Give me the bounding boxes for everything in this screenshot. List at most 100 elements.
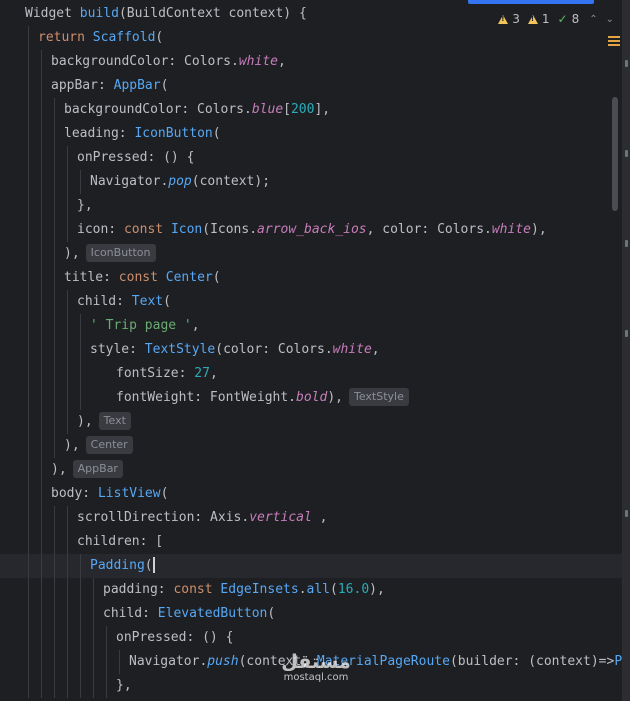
indent-guide xyxy=(41,506,42,530)
code-line[interactable]: ), Center xyxy=(0,434,622,458)
indent-guide xyxy=(54,650,55,674)
code-line[interactable]: ), AppBar xyxy=(0,458,622,482)
code-token: Widget xyxy=(25,6,80,21)
chevron-down-icon[interactable]: ⌄ xyxy=(604,14,616,25)
code-token: , xyxy=(191,318,200,333)
indent-guide xyxy=(80,626,81,650)
code-token: build xyxy=(79,6,119,21)
indent-guide xyxy=(28,554,29,578)
code-token: children: [ xyxy=(77,534,164,549)
scrollbar[interactable] xyxy=(612,97,618,211)
code-line[interactable]: children: [ xyxy=(0,530,622,554)
code-line[interactable]: style: TextStyle(color: Colors.white, xyxy=(0,338,622,362)
closing-label-hint: Center xyxy=(85,435,133,454)
code-line[interactable]: leading: IconButton( xyxy=(0,122,622,146)
indent-guide xyxy=(80,578,81,602)
code-token: white xyxy=(238,54,278,69)
code-line[interactable]: child: Text( xyxy=(0,290,622,314)
indent-guide xyxy=(119,650,120,674)
indent-guide xyxy=(28,218,29,242)
code-text: Navigator.push(context, MaterialPageRout… xyxy=(129,650,630,674)
code-text: appBar: AppBar( xyxy=(51,74,168,98)
code-token: child: xyxy=(77,294,132,309)
indent-guide xyxy=(67,386,68,410)
inspection-widget[interactable]: 3 1 ✓ 8 ⌃ ⌄ xyxy=(494,10,616,28)
code-token: ), xyxy=(64,438,80,453)
code-line[interactable]: ), Text xyxy=(0,410,622,434)
indent-guide xyxy=(28,626,29,650)
code-token: 27 xyxy=(194,366,210,381)
code-token: vertical xyxy=(249,510,312,525)
indent-guide xyxy=(28,98,29,122)
indent-guide xyxy=(54,362,55,386)
code-token: . xyxy=(298,582,307,597)
indent-guide xyxy=(41,338,42,362)
indent-guide xyxy=(54,602,55,626)
code-line[interactable]: fontSize: 27, xyxy=(0,362,622,386)
indent-guide xyxy=(67,146,68,170)
code-text: child: Text( xyxy=(77,290,171,314)
code-line[interactable]: return Scaffold( xyxy=(0,26,622,50)
code-line[interactable]: }, xyxy=(0,194,622,218)
code-editor[interactable]: Widget build(BuildContext context) {retu… xyxy=(0,0,630,701)
code-line[interactable]: }, xyxy=(0,674,622,698)
indent-guide xyxy=(106,674,107,698)
code-line[interactable]: icon: const Icon(Icons.arrow_back_ios, c… xyxy=(0,218,622,242)
indent-guide xyxy=(67,218,68,242)
indent-guide xyxy=(54,194,55,218)
code-line[interactable]: backgroundColor: Colors.white, xyxy=(0,50,622,74)
code-line[interactable]: backgroundColor: Colors.blue[200], xyxy=(0,98,622,122)
indent-guide xyxy=(54,674,55,698)
code-text: backgroundColor: Colors.white, xyxy=(51,50,286,74)
marker-icon xyxy=(625,510,628,517)
code-token: 200 xyxy=(290,102,315,117)
code-text: return Scaffold( xyxy=(38,26,163,50)
code-line[interactable]: onPressed: () { xyxy=(0,146,622,170)
code-text: style: TextStyle(color: Colors.white, xyxy=(90,338,380,362)
code-token: (context); xyxy=(191,174,271,189)
indent-guide xyxy=(28,314,29,338)
code-token: scrollDirection: Axis. xyxy=(77,510,250,525)
chevron-up-icon[interactable]: ⌃ xyxy=(587,14,599,25)
code-line[interactable]: Navigator.push(context, MaterialPageRout… xyxy=(0,650,630,674)
indent-guide xyxy=(80,314,81,338)
indent-guide xyxy=(80,362,81,386)
indent-guide xyxy=(67,554,68,578)
code-line[interactable]: scrollDirection: Axis.vertical , xyxy=(0,506,622,530)
indent-guide xyxy=(28,386,29,410)
code-line[interactable]: fontWeight: FontWeight.bold), TextStyle xyxy=(0,386,622,410)
code-token: TextStyle xyxy=(144,342,216,357)
code-token: ( xyxy=(144,558,153,573)
indent-guide xyxy=(54,410,55,434)
code-token: fontWeight: FontWeight. xyxy=(116,390,297,405)
check-icon: ✓ xyxy=(557,12,568,26)
menu-icon[interactable] xyxy=(608,36,620,47)
code-line[interactable]: Navigator.pop(context); xyxy=(0,170,622,194)
code-line[interactable]: padding: const EdgeInsets.all(16.0), xyxy=(0,578,622,602)
closing-label-hint: IconButton xyxy=(85,243,156,262)
code-line[interactable]: Padding( xyxy=(0,554,622,578)
indent-guide xyxy=(41,554,42,578)
code-token: , color: Colors. xyxy=(366,222,492,237)
indent-guide xyxy=(54,122,55,146)
code-line[interactable]: ), IconButton xyxy=(0,242,622,266)
code-line[interactable]: child: ElevatedButton( xyxy=(0,602,622,626)
code-line[interactable]: appBar: AppBar( xyxy=(0,74,622,98)
code-token: (context, xyxy=(238,654,317,669)
code-token: (builder: (context)=> xyxy=(449,654,615,669)
indent-guide xyxy=(54,314,55,338)
code-line[interactable]: body: ListView( xyxy=(0,482,622,506)
indent-guide xyxy=(54,338,55,362)
indent-guide xyxy=(41,674,42,698)
code-line[interactable]: ' Trip page ', xyxy=(0,314,622,338)
code-line[interactable]: onPressed: () { xyxy=(0,626,622,650)
code-token: onPressed: () { xyxy=(116,630,234,645)
code-text: fontWeight: FontWeight.bold), TextStyle xyxy=(116,386,409,410)
code-token: EdgeInsets xyxy=(220,582,299,597)
code-line[interactable]: title: const Center( xyxy=(0,266,622,290)
indent-guide xyxy=(28,482,29,506)
indent-guide xyxy=(41,650,42,674)
indent-guide xyxy=(67,362,68,386)
indent-guide xyxy=(28,194,29,218)
indent-guide xyxy=(54,290,55,314)
